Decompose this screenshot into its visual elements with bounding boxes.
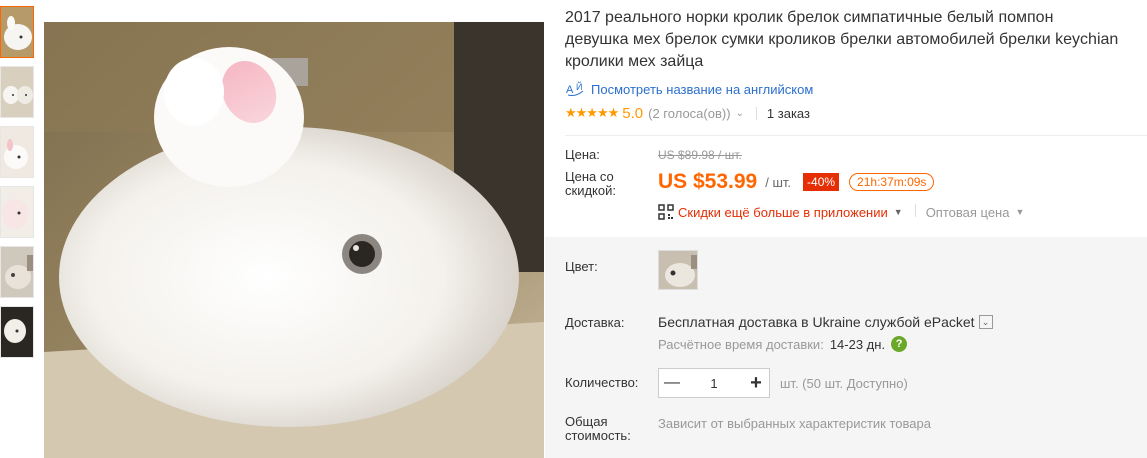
discount-price-label: Цена со скидкой: — [565, 169, 616, 198]
divider — [914, 204, 916, 217]
rating-value: 5.0 — [622, 104, 644, 122]
product-title-line: 2017 реального норки кролик брелок симпа… — [565, 9, 1054, 26]
color-swatch[interactable] — [658, 250, 698, 290]
delivery-label: Доставка: — [565, 315, 625, 330]
product-info-panel: 2017 реального норки кролик брелок симпа… — [545, 0, 1147, 458]
wholesale-price-link[interactable]: Оптовая цена ▼ — [926, 204, 1025, 220]
delivery-estimate-label: Расчётное время доставки: — [658, 336, 824, 352]
votes-count[interactable]: (2 голоса(ов)) — [648, 106, 730, 121]
thumbnail-4[interactable] — [0, 186, 34, 238]
delivery-row: Доставка: Бесплатная доставка в Ukraine … — [565, 314, 1147, 352]
original-price: US $89.98 / шт. — [658, 148, 742, 162]
translate-link-text[interactable]: Посмотреть название на английском — [591, 82, 813, 97]
svg-text:Й: Й — [576, 81, 582, 92]
star-rating-icon: ★★★★★ — [565, 105, 619, 120]
thumbnail-3[interactable] — [0, 126, 34, 178]
product-title: 2017 реального норки кролик брелок симпа… — [565, 7, 1147, 73]
svg-text:A: A — [566, 84, 574, 96]
thumbnail-5[interactable] — [0, 246, 34, 298]
thumbnail-1[interactable] — [0, 6, 34, 58]
quantity-label: Количество: — [565, 375, 639, 390]
chevron-down-icon[interactable]: ⌄ — [978, 315, 993, 329]
price-row: Цена: US $89.98 / шт. — [565, 147, 1147, 163]
plus-icon[interactable]: + — [743, 369, 769, 397]
chevron-down-icon[interactable]: ⌄ — [736, 108, 744, 119]
translate-icon: AЙ — [565, 81, 591, 97]
quantity-stepper[interactable]: — + — [658, 368, 770, 398]
quantity-input[interactable] — [685, 369, 743, 397]
minus-icon[interactable]: — — [659, 369, 685, 397]
thumbnail-list — [0, 6, 36, 366]
thumbnail-2[interactable] — [0, 66, 34, 118]
thumbnail-6[interactable] — [0, 306, 34, 358]
caret-down-icon[interactable]: ▼ — [1015, 207, 1024, 217]
total-text: Зависит от выбранных характеристик товар… — [658, 416, 931, 431]
quantity-row: Количество: — + шт. (50 шт. Доступно) — [565, 368, 1147, 398]
product-title-line: девушка мех брелок сумки кроликов брелки… — [565, 31, 1119, 48]
wholesale-price-text[interactable]: Оптовая цена — [926, 205, 1010, 220]
delivery-estimate: Расчётное время доставки: 14-23 дн. ? — [658, 336, 993, 352]
app-promo[interactable]: Скидки ещё больше в приложении ▼ — [658, 204, 903, 220]
divider — [755, 106, 757, 120]
discount-price: US $53.99 — [658, 170, 758, 193]
discount-price-group: US $53.99 / шт. -40% 21h:37m:09s — [658, 170, 935, 194]
color-row: Цвет: — [565, 250, 1147, 290]
app-promo-text[interactable]: Скидки ещё больше в приложении — [678, 205, 888, 220]
countdown-timer: 21h:37m:09s — [849, 173, 935, 191]
price-unit: / шт. — [765, 174, 792, 190]
delivery-days: 14-23 дн. — [829, 336, 886, 352]
delivery-method[interactable]: Бесплатная доставка в Ukraine службой eP… — [658, 314, 993, 330]
divider — [565, 135, 1147, 136]
app-promo-row: Скидки ещё больше в приложении ▼ Оптовая… — [658, 204, 1147, 220]
discount-price-row: Цена со скидкой: US $53.99 / шт. -40% 21… — [565, 170, 1147, 198]
caret-down-icon[interactable]: ▼ — [894, 207, 903, 217]
rating-row: ★★★★★ 5.0 (2 голоса(ов)) ⌄ 1 заказ — [565, 101, 1147, 125]
price-label: Цена: — [565, 147, 600, 162]
delivery-text[interactable]: Бесплатная доставка в Ukraine службой eP… — [658, 314, 975, 330]
color-label: Цвет: — [565, 259, 598, 274]
discount-badge: -40% — [803, 173, 840, 191]
quantity-available: шт. (50 шт. Доступно) — [780, 375, 908, 391]
options-panel: Цвет: Доставка: Бесплатная доставка в Uk… — [545, 237, 1147, 458]
product-title-line: кролики мех зайца — [565, 53, 704, 70]
delivery-info: Бесплатная доставка в Ukraine службой eP… — [658, 314, 993, 352]
translate-title-link[interactable]: AЙ Посмотреть название на английском — [565, 78, 1147, 100]
orders-count: 1 заказ — [766, 105, 810, 121]
main-product-image[interactable] — [44, 22, 544, 458]
help-icon[interactable]: ? — [891, 336, 908, 352]
qr-code-icon — [658, 204, 674, 220]
total-label: Общая стоимость: — [565, 414, 631, 443]
total-row: Общая стоимость: Зависит от выбранных ха… — [565, 415, 1147, 443]
